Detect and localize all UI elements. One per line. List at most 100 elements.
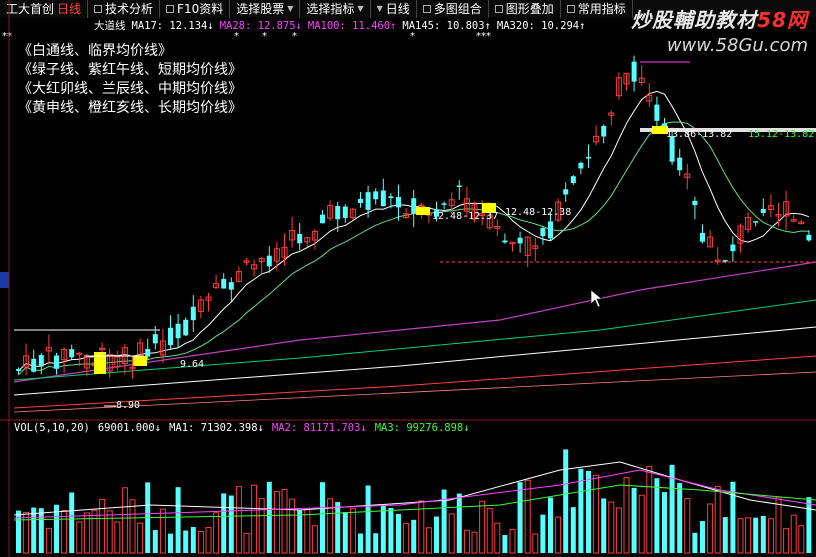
candle-body-down [396,196,401,208]
candle-body-down [540,228,546,237]
candle-body-down [365,192,371,210]
mouse-cursor-icon [590,289,603,308]
volume-bar-up [106,510,113,554]
volume-bar-up [311,525,318,554]
volume-bar-down [601,498,607,553]
price-label-high2: 15.12-13.82 [748,129,815,140]
volume-bar-up [99,498,106,554]
volume-bar-up [646,465,653,554]
volume-bar-up [486,507,493,554]
volume-bar-up [91,509,98,554]
volume-bar-up [243,532,250,554]
volume-bar-down [152,530,158,553]
candle-body-down [342,206,348,218]
volume-bar-down [677,483,683,553]
volume-bar-down [753,517,759,553]
volume-bar-down [700,521,705,553]
candle-body-down [152,334,158,344]
volume-bar-down [806,497,812,553]
volume-bar-down [662,492,667,553]
volume-bar-up [684,498,691,554]
candle-body-down [806,234,812,241]
candle-body-down [517,237,523,244]
volume-bar-up [555,516,562,554]
volume-bar-down [692,532,698,553]
volume-bar-up [403,522,410,554]
volume-bar-up [114,521,121,554]
volume-ma-lines [13,461,816,521]
volume-bar-up [197,530,204,554]
highlight-block [416,207,430,215]
candle-body-down [221,278,227,289]
volume-bar-down [221,493,227,553]
volume-bar-up [129,499,136,554]
volume-bar-up [23,511,30,554]
volume-bar-up [775,496,782,554]
candle-body-down [760,208,766,213]
price-label-mid2: 12.48-12.37 [432,211,499,222]
candle-body-down [654,104,660,121]
candle-body-down [31,358,37,372]
note-line: 《白通线、临界均价线》 [18,43,172,59]
volume-bar-up [463,529,470,554]
volume-bar-down [654,478,660,553]
candle-body-down [502,240,508,243]
candle-body-down [753,221,759,223]
volume-bar-up [213,512,220,554]
volume-bar-down [297,510,303,553]
candle-body-down [38,355,44,367]
left-axis-marker [0,272,9,288]
candle-body-down [722,260,728,262]
volume-bar-down [570,507,576,553]
candle-body-down [228,282,234,290]
candle-body-down [578,162,584,169]
volume-value: 69001.000↓ [97,422,162,434]
volume-bar-up [471,531,478,554]
volume-bar-up [798,525,805,554]
volume-bar-up [737,518,744,554]
candle-body-down [677,157,683,171]
candle-body-down [563,189,569,195]
volume-bar-up [479,500,486,554]
volume-bar-up [532,533,539,554]
candle-body-down [548,221,553,239]
volume-bar-down [760,516,766,553]
candle-body-down [388,196,394,199]
volume-bar-up [121,487,128,554]
volume-bar-down [456,493,462,553]
candle-body-down [692,200,698,206]
volume-bar-up [767,518,774,554]
volume-bar-up [425,527,432,554]
volume-bar-down [540,514,546,553]
volume-ma1: MA1: 71302.398↓ [169,422,264,434]
volume-bar-up [494,522,501,554]
volume-bar-up [448,513,455,554]
candle-body-down [266,255,272,267]
volume-bar-up [205,526,212,554]
volume-bar-up [638,494,645,554]
volume-bar-down [373,533,379,553]
candle-body-down [175,323,181,339]
volume-bar-down [190,526,196,553]
price-label-mid1: 9.64 [180,359,205,370]
candle-body-down [320,214,325,224]
price-label-mid3: 12.48-12.38 [505,207,572,218]
volume-bar-down [411,519,417,553]
volume-bar-up [281,488,288,554]
note-line: 《绿子线、紫红午线、短期均价线》 [18,62,242,78]
volume-bar-up [745,517,752,554]
volume-info-row: VOL(5,10,20) 69001.000↓ MA1: 71302.398↓ … [14,422,470,434]
candle-body-down [54,355,59,369]
candle-body-down [190,306,196,321]
candle-body-down [145,348,151,357]
volume-bar-up [137,522,144,554]
candle-body-down [335,206,341,220]
volume-bar-down [31,507,37,553]
volume-bar-down [563,449,569,553]
volume-bar-up [258,498,265,554]
volume-bar-down [168,533,173,553]
volume-ma3: MA3: 99276.898↓ [374,422,470,434]
candle-body-down [570,176,576,184]
volume-bar-down [175,487,181,553]
volume-bar-down [342,512,348,553]
